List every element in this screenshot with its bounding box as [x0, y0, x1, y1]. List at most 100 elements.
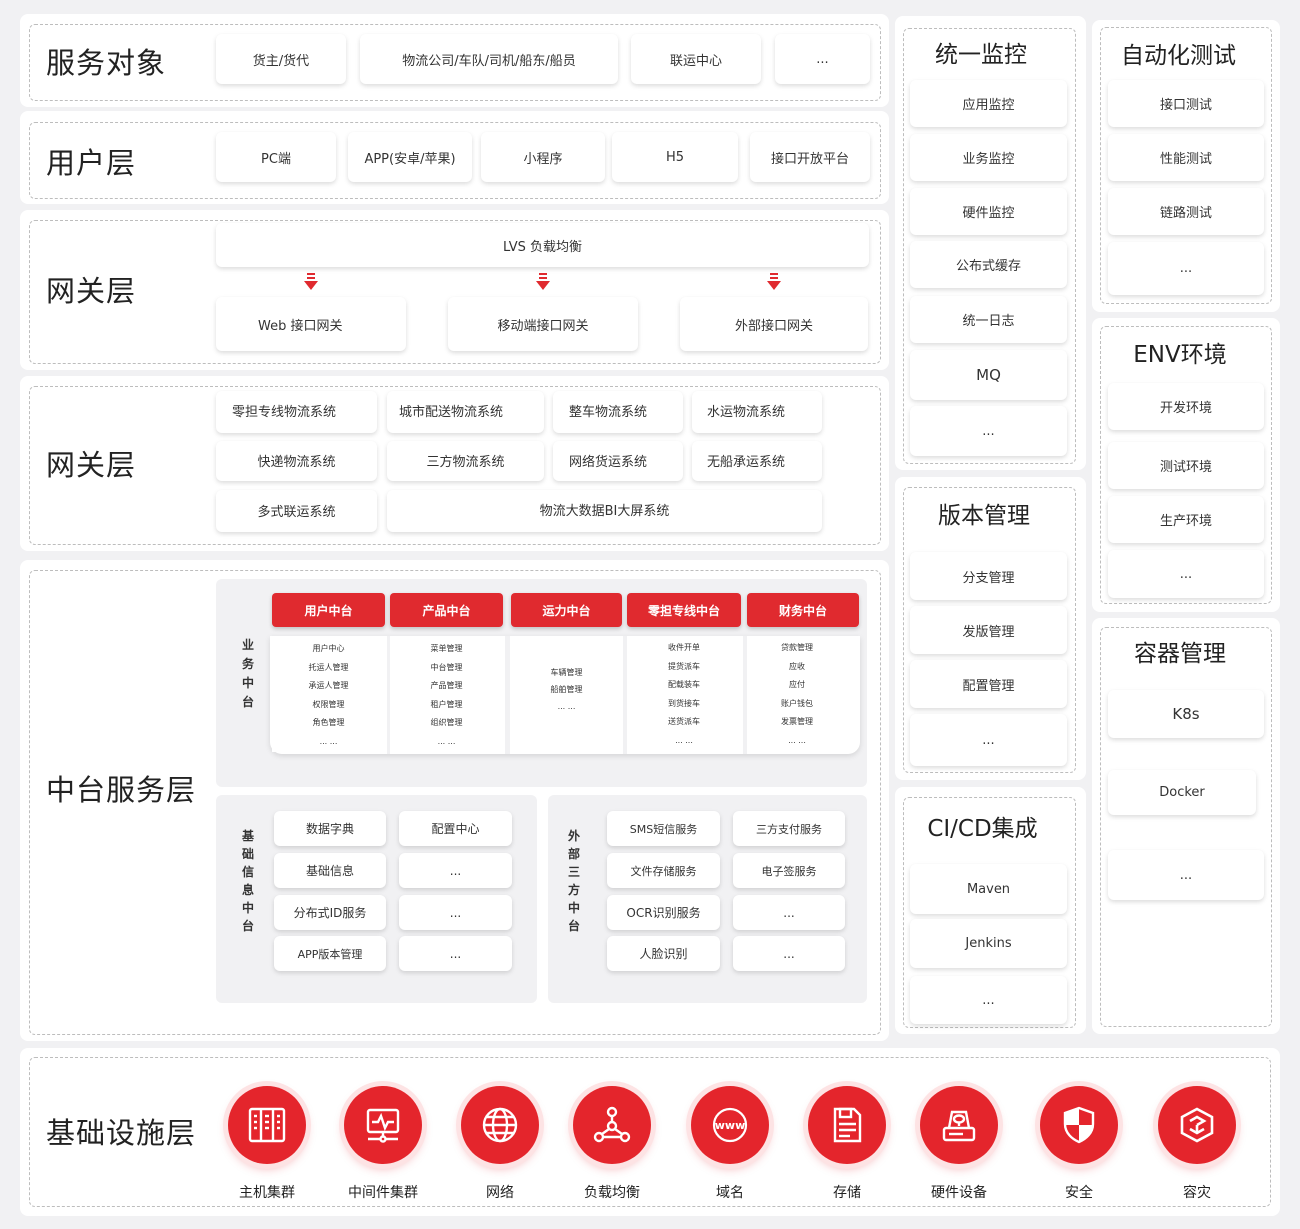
- middleware-icon: [366, 1108, 400, 1143]
- gateway-card: 外部接口网关: [680, 297, 868, 351]
- basic-platform-label: 基础信息中台: [241, 829, 254, 933]
- user-layer-card: PC端: [216, 132, 336, 182]
- monitoring-card: 统一日志: [910, 296, 1067, 343]
- infra-item-label: 安全: [1065, 1185, 1093, 1201]
- biz-item: 到货接车: [668, 698, 700, 708]
- biz-capacity-column: 车辆管理 船舶管理 ... ...: [511, 664, 622, 724]
- load-balance-icon: [593, 1106, 631, 1143]
- container-title: 容器管理: [1134, 641, 1226, 667]
- biz-item: 收件开单: [668, 643, 700, 652]
- middle-layer-title: 中台服务层: [46, 773, 197, 807]
- system-card: 整车物流系统: [553, 391, 683, 433]
- biz-item: 船舶管理: [550, 685, 583, 694]
- arrow-down-icon: [536, 273, 550, 290]
- user-layer-card: APP(安卓/苹果): [348, 132, 472, 182]
- biz-item: 送货派车: [668, 717, 700, 726]
- service-target-card: 联运中心: [631, 34, 761, 84]
- biz-tab-product: 产品中台: [390, 593, 503, 627]
- biz-item: 配载装车: [668, 680, 700, 689]
- version-mgmt-card: 配置管理: [910, 660, 1067, 708]
- monitoring-card: 公布式缓存: [910, 241, 1067, 288]
- column-divider: [505, 636, 510, 754]
- user-layer-card: H5: [612, 132, 738, 182]
- basic-service-card: 分布式ID服务: [274, 895, 386, 930]
- auto-test-card: 接口测试: [1108, 80, 1264, 127]
- biz-item: 贷款管理: [781, 643, 813, 652]
- biz-item: ... ...: [319, 736, 338, 746]
- service-target-card: 货主/货代: [216, 34, 346, 84]
- biz-item: 用户中心: [312, 644, 345, 653]
- user-layer-card: 小程序: [481, 132, 605, 182]
- service-targets-title: 服务对象: [46, 46, 167, 80]
- auto-test-title: 自动化测试: [1121, 43, 1236, 69]
- biz-item: 承运人管理: [308, 681, 349, 690]
- user-layer-card: 接口开放平台: [750, 132, 870, 182]
- system-card: 无船承运系统: [692, 441, 822, 481]
- version-mgmt-title: 版本管理: [938, 503, 1030, 529]
- biz-item: 托运人管理: [308, 662, 349, 672]
- infra-item-security: 安全: [1019, 1086, 1139, 1202]
- basic-service-card: 数据字典: [274, 811, 386, 846]
- biz-item: 产品管理: [430, 681, 463, 690]
- basic-service-card: ...: [399, 895, 512, 930]
- cicd-card: Maven: [910, 864, 1067, 914]
- external-service-card: 电子签服务: [733, 853, 845, 888]
- biz-finance-column: 贷款管理 应收 应付 账户钱包 发票管理 ... ...: [747, 639, 847, 751]
- infra-item-load-balance: 负载均衡: [552, 1086, 672, 1202]
- auto-test-card: 链路测试: [1108, 188, 1264, 235]
- lvs-load-balancer-card: LVS 负载均衡: [216, 223, 869, 267]
- biz-item: 租户管理: [430, 699, 463, 709]
- biz-item: 应收: [789, 661, 805, 671]
- version-mgmt-card: 分支管理: [910, 552, 1067, 600]
- system-card: 快递物流系统: [216, 441, 377, 481]
- cicd-card: ...: [910, 976, 1067, 1024]
- infra-item-label: 硬件设备: [931, 1185, 987, 1201]
- infra-item-network: 网络: [440, 1086, 560, 1202]
- basic-service-card: 基础信息: [274, 853, 386, 888]
- gateway-card: Web 接口网关: [216, 297, 406, 351]
- shield-icon: [1063, 1106, 1095, 1144]
- external-service-card: 文件存储服务: [607, 853, 720, 888]
- system-card: 零担专线物流系统: [216, 391, 377, 433]
- cicd-card: Jenkins: [910, 919, 1067, 968]
- external-platform-label: 外部三方中台: [567, 829, 580, 933]
- storage-icon: [833, 1107, 862, 1143]
- container-card: ...: [1108, 850, 1264, 900]
- external-service-card: OCR识别服务: [607, 895, 720, 930]
- system-card: 网络货运系统: [553, 441, 683, 481]
- external-service-card: ...: [733, 895, 845, 930]
- basic-service-card: 配置中心: [399, 811, 512, 846]
- infra-item-label: 中间件集群: [348, 1185, 418, 1201]
- env-card: 生产环境: [1108, 496, 1264, 543]
- biz-item: 提货派车: [668, 661, 700, 671]
- infra-item-label: 负载均衡: [584, 1185, 640, 1201]
- service-target-card: ...: [775, 34, 870, 84]
- biz-item: 菜单管理: [430, 644, 463, 653]
- biz-tab-finance: 财务中台: [747, 593, 859, 627]
- system-card: 城市配送物流系统: [387, 391, 544, 433]
- biz-item: 车辆管理: [550, 668, 583, 677]
- basic-service-card: ...: [399, 936, 512, 971]
- biz-item: 发票管理: [781, 717, 813, 726]
- biz-product-column: 菜单管理 中台管理 产品管理 租户管理 组织管理 ... ...: [390, 640, 503, 752]
- infra-item-storage: 存储: [787, 1086, 907, 1202]
- biz-item: 中台管理: [430, 662, 463, 672]
- system-card: 水运物流系统: [692, 391, 822, 433]
- infra-item-label: 存储: [833, 1185, 861, 1201]
- external-service-card: ...: [733, 936, 845, 971]
- infra-item-label: 主机集群: [239, 1185, 295, 1201]
- biz-tab-ltl: 零担专线中台: [627, 593, 741, 627]
- user-layer-title: 用户层: [46, 146, 137, 180]
- disaster-recovery-icon: [1180, 1107, 1214, 1143]
- external-service-card: SMS短信服务: [607, 811, 720, 846]
- infra-item-disaster-recovery: 容灾: [1137, 1086, 1257, 1202]
- env-card: ...: [1108, 550, 1264, 598]
- biz-tab-user: 用户中台: [272, 593, 385, 627]
- hardware-icon: [942, 1110, 976, 1142]
- infra-item-domain: www 域名: [670, 1086, 790, 1202]
- basic-service-card: ...: [399, 853, 512, 888]
- biz-item: ... ...: [557, 702, 576, 711]
- server-cluster-icon: [248, 1107, 286, 1143]
- infra-item-middleware: 中间件集群: [323, 1086, 443, 1202]
- infra-item-hardware: 硬件设备: [899, 1086, 1019, 1202]
